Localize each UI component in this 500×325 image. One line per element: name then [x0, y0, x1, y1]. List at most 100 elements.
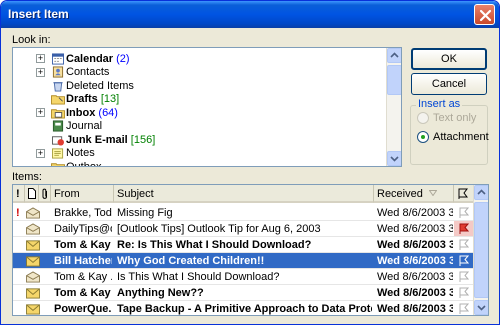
column-subject[interactable]: Subject [114, 185, 374, 203]
folder-tree-scrollbar[interactable] [386, 48, 401, 166]
items-scroll-up-button[interactable] [474, 185, 488, 200]
folder-item[interactable]: Junk E-mail [156] [13, 133, 383, 146]
folder-label: Junk E-mail [156] [66, 134, 155, 146]
chevron-up-icon [477, 189, 486, 195]
column-from[interactable]: From [51, 185, 114, 203]
items-scroll-thumb[interactable] [474, 202, 488, 298]
row-flag[interactable] [454, 301, 474, 315]
table-row[interactable]: Tom & Kay ... Is This What I Should Downl… [13, 269, 474, 285]
empty-flag-icon [459, 271, 469, 282]
row-subject: Anything New?? [117, 287, 204, 299]
folder-name: Contacts [66, 66, 110, 78]
items-list[interactable]: ! From Subject Received ! Brakke, Todd Mis… [12, 184, 489, 316]
folder-name: Notes [66, 147, 95, 159]
text-only-option[interactable]: Text only [417, 112, 476, 124]
row-flag[interactable] [454, 237, 474, 252]
folder-name: Outbox [66, 160, 102, 167]
empty-flag-icon [459, 303, 469, 314]
close-button[interactable] [474, 4, 495, 25]
folder-label: Notes [66, 147, 95, 159]
row-from: Tom & Kay ... [54, 239, 112, 251]
folder-count: [13] [97, 93, 120, 105]
ok-button[interactable]: OK [411, 48, 487, 70]
folder-item[interactable]: Outbox [13, 160, 383, 167]
folder-item[interactable]: Deleted Items [13, 79, 383, 92]
contacts-icon [52, 66, 64, 78]
inbox-icon [51, 108, 65, 119]
attachment-option[interactable]: Attachment [417, 131, 489, 143]
row-flag[interactable] [454, 285, 474, 300]
folder-name: Inbox [66, 106, 96, 119]
row-flag[interactable] [454, 253, 474, 268]
table-row[interactable]: ! Brakke, Todd Missing Fig Wed 8/6/2003 3:.… [13, 205, 474, 221]
scroll-thumb[interactable] [387, 65, 401, 95]
attachment-radio[interactable] [417, 131, 429, 143]
folder-count: (2) [113, 52, 130, 65]
unread-envelope-icon [26, 304, 40, 315]
expand-icon[interactable]: + [36, 108, 45, 117]
row-flag[interactable] [454, 269, 474, 284]
importance-indicator: ! [16, 207, 20, 219]
journal-icon [52, 120, 64, 132]
folder-item[interactable]: Drafts [13] [13, 93, 383, 106]
deleted-items-icon [53, 81, 63, 92]
table-row[interactable]: PowerQue... Tape Backup - A Primitive App… [13, 301, 474, 315]
folder-item[interactable]: + Notes [13, 147, 383, 160]
items-scrollbar[interactable] [473, 185, 488, 315]
column-attachment[interactable] [39, 185, 51, 203]
folder-label: Contacts [66, 66, 109, 78]
folder-item[interactable]: Journal [13, 120, 383, 133]
window-title: Insert Item [8, 7, 69, 21]
column-flag[interactable] [454, 185, 474, 203]
junk-email-icon [51, 135, 64, 146]
read-envelope-icon [26, 271, 40, 283]
chevron-down-icon [477, 305, 486, 311]
column-received[interactable]: Received [374, 185, 454, 203]
title-bar[interactable]: Insert Item [1, 1, 499, 28]
empty-flag-icon [459, 207, 469, 218]
text-only-radio[interactable] [417, 112, 429, 124]
column-icon[interactable] [25, 185, 39, 203]
row-received: Wed 8/6/2003 3:... [377, 223, 453, 235]
chevron-down-icon [390, 156, 399, 162]
folder-item[interactable]: + Calendar (2) [13, 52, 383, 65]
folder-name: Journal [66, 120, 103, 132]
unread-envelope-icon [26, 256, 40, 267]
row-from: Tom & Kay ... [54, 271, 112, 283]
from-header: From [54, 188, 80, 200]
row-from: Bill Hatcher [54, 255, 112, 267]
expand-icon[interactable]: + [36, 148, 45, 158]
scroll-down-button[interactable] [387, 151, 401, 166]
row-received: Wed 8/6/2003 3:... [377, 255, 453, 267]
folder-item[interactable]: + Inbox (64) [13, 106, 383, 119]
row-flag[interactable] [454, 221, 474, 236]
folder-label: Calendar (2) [66, 53, 130, 65]
row-flag[interactable] [454, 205, 474, 220]
folder-label: Drafts [13] [66, 93, 119, 105]
table-row[interactable]: Bill Hatcher Why God Created Children!! We… [13, 253, 474, 269]
folder-count: [156] [127, 133, 156, 146]
table-row[interactable]: Tom & Kay ... Anything New?? Wed 8/6/2003 … [13, 285, 474, 301]
read-envelope-icon [26, 207, 40, 219]
expand-icon[interactable]: + [36, 67, 45, 77]
table-row[interactable]: Tom & Kay ... Re: Is This What I Should D… [13, 237, 474, 253]
table-row[interactable]: DailyTips@o... [Outlook Tips] Outlook Tip… [13, 221, 474, 237]
red-flag-icon [459, 223, 469, 234]
importance-header: ! [16, 188, 20, 200]
row-subject: Tape Backup - A Primitive Approach to Da… [117, 303, 372, 315]
folder-tree[interactable]: + Calendar (2) + Contacts Deleted Items Draft… [12, 47, 402, 167]
scroll-up-button[interactable] [387, 48, 401, 63]
close-icon [479, 9, 492, 22]
cancel-button[interactable]: Cancel [411, 73, 487, 95]
empty-flag-icon [459, 255, 469, 266]
folder-name: Junk E-mail [66, 133, 128, 146]
row-from: Tom & Kay ... [54, 287, 112, 299]
attachment-label: Attachment [433, 131, 489, 143]
expand-icon[interactable]: + [36, 54, 45, 63]
column-importance[interactable]: ! [13, 185, 25, 203]
unread-envelope-icon [26, 288, 40, 299]
folder-label: Deleted Items [66, 80, 134, 92]
folder-item[interactable]: + Contacts [13, 66, 383, 79]
row-received: Wed 8/6/2003 3:... [377, 271, 453, 283]
items-scroll-down-button[interactable] [474, 300, 488, 315]
